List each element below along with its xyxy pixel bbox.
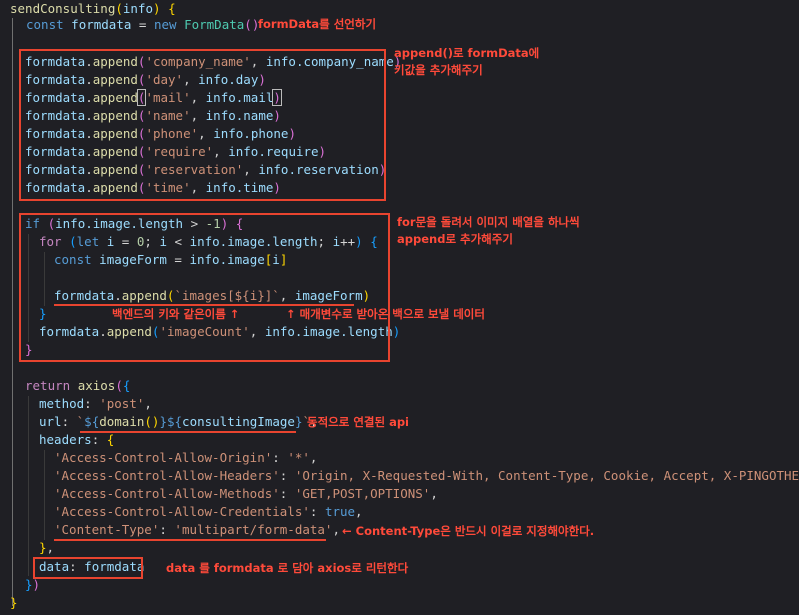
header-line: 'Access-Control-Allow-Credentials': true…: [54, 504, 363, 519]
note-append-a: append()로 formData에: [394, 46, 540, 60]
indent-guide: [12, 18, 13, 606]
code-line-return: return axios({: [25, 378, 131, 393]
code-editor[interactable]: sendConsulting(info) { const formdata = …: [0, 0, 799, 615]
code-line-axios-close: }): [25, 577, 41, 592]
function-name: sendConsulting: [10, 1, 116, 16]
data-highlight-box: [33, 557, 143, 579]
for-loop-highlight-box: [19, 213, 390, 362]
note-for-loop-b: append로 추가해주기: [397, 232, 513, 246]
append-highlight-box: [19, 49, 386, 201]
note-dynamic-api: 동적으로 연결된 api: [307, 415, 410, 429]
code-line-headers-close: },: [39, 540, 55, 555]
indent-guide: [28, 396, 29, 576]
code-line-url: url: `${domain()}${consultingImage}`,: [39, 414, 318, 429]
code-line-method: method: 'post',: [39, 396, 152, 411]
header-line: 'Access-Control-Allow-Methods': 'GET,POS…: [54, 486, 438, 501]
note-for-loop-a: for문을 돌려서 이미지 배열을 하나씩: [397, 215, 580, 229]
header-line: 'Content-Type': 'multipart/form-data',: [54, 522, 340, 537]
note-append-b: 키값을 추가해주기: [394, 63, 483, 77]
note-content-type: ← Content-Type은 반드시 이걸로 지정해야한다.: [342, 524, 595, 538]
header-line: 'Access-Control-Allow-Origin': '*',: [54, 450, 318, 465]
note-declare-formdata: formData를 선언하기: [258, 17, 377, 31]
code-line-headers: headers: {: [39, 432, 115, 447]
code-line-fn-close: }: [10, 595, 18, 610]
indent-guide: [44, 450, 45, 540]
underline: [54, 539, 326, 541]
header-line: 'Access-Control-Allow-Headers': 'Origin,…: [54, 468, 799, 483]
note-return-data: data 를 formdata 로 담아 axios로 리턴한다: [166, 561, 409, 575]
code-line-2: const formdata = new FormData(): [26, 17, 260, 32]
